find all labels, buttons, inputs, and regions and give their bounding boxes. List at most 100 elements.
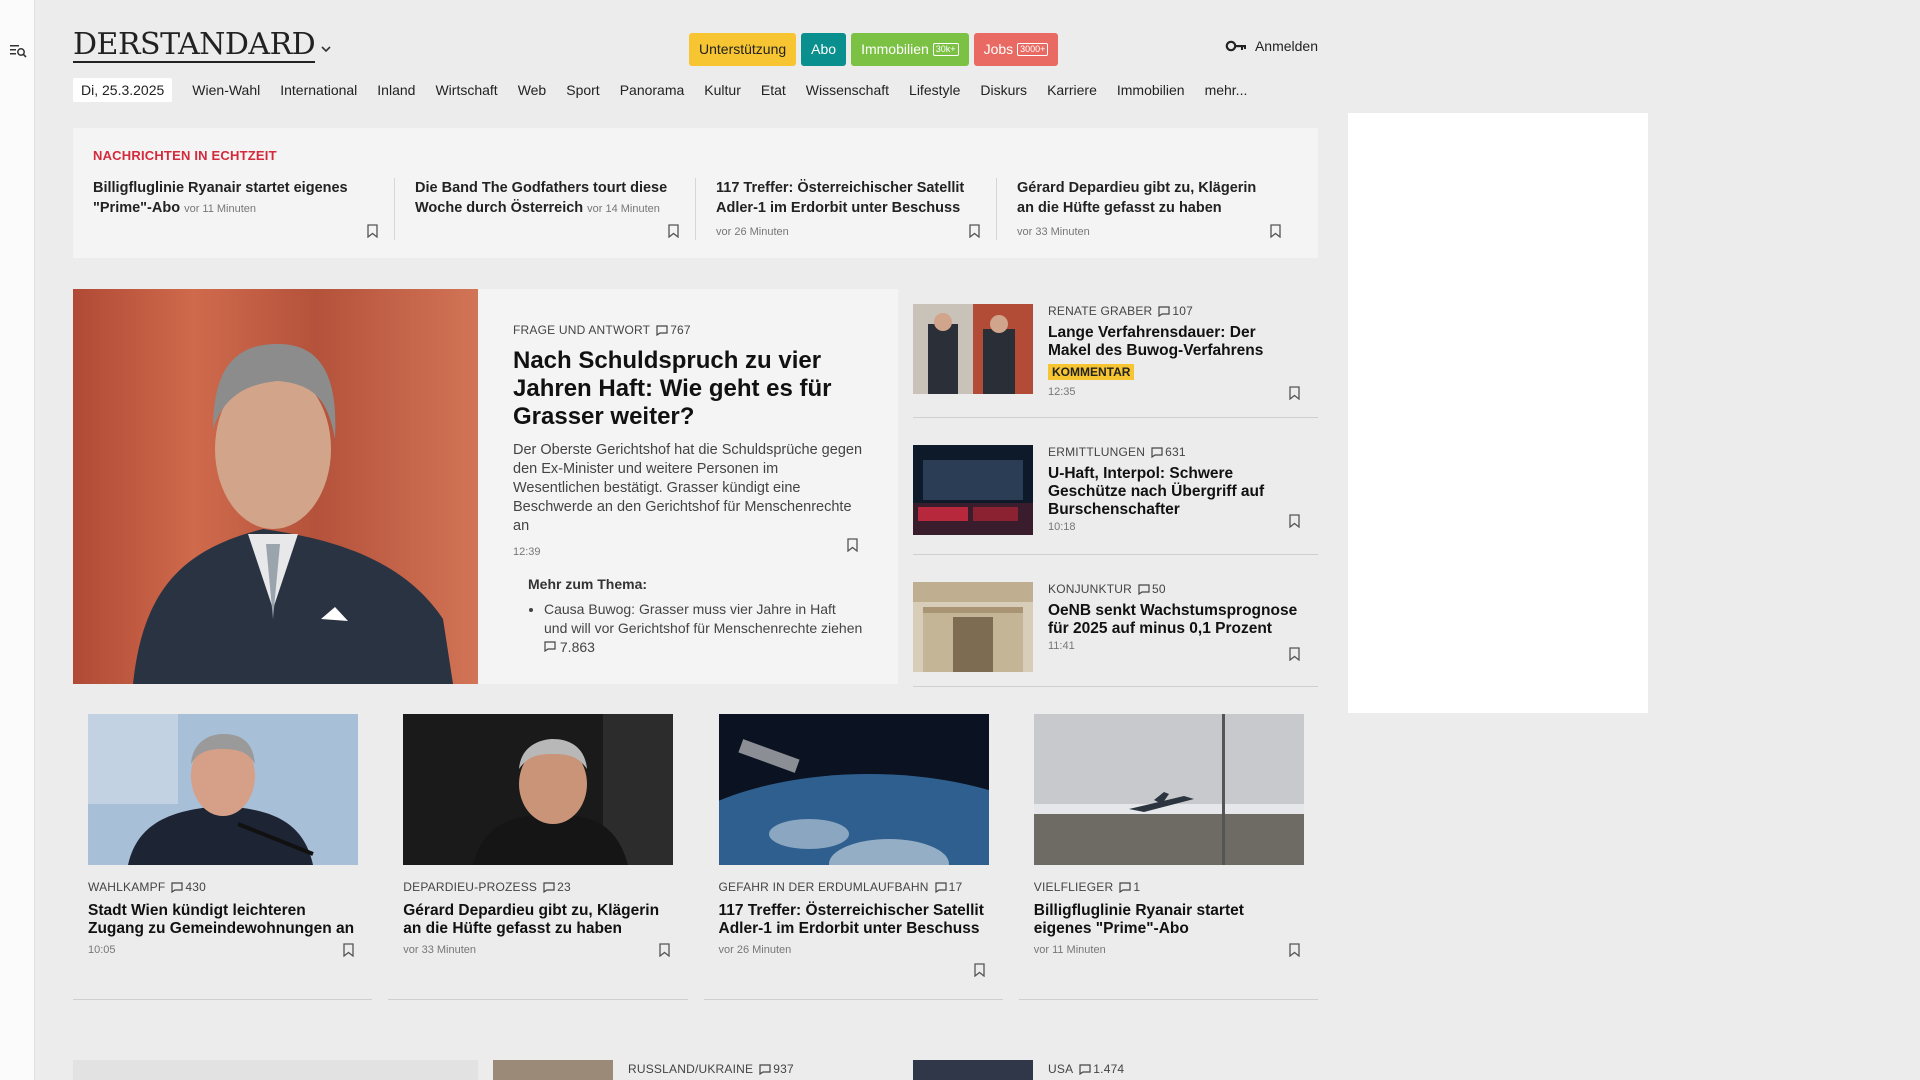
tile-kicker: DEPARDIEU-PROZESS 23 (403, 880, 673, 894)
nav-item-panorama[interactable]: Panorama (610, 82, 695, 98)
bookmark-icon[interactable] (847, 538, 858, 552)
nav-item-sport[interactable]: Sport (556, 82, 609, 98)
live-news-title[interactable]: 117 Treffer: Österreichischer Satellit A… (716, 180, 964, 216)
side-article-thumbnail[interactable] (913, 445, 1033, 535)
live-news-item[interactable]: 117 Treffer: Österreichischer Satellit A… (695, 178, 996, 240)
nav-item-web[interactable]: Web (508, 82, 557, 98)
article-tile-text: VIELFLIEGER 1 Billigfluglinie Ryanair st… (1034, 880, 1304, 956)
side-article-title[interactable]: OeNB senkt Wachstumsprognose für 2025 au… (1048, 602, 1298, 638)
bookmark-icon[interactable] (1270, 224, 1281, 238)
nav-item-etat[interactable]: Etat (751, 82, 796, 98)
side-article[interactable]: ERMITTLUNGEN 631 U-Haft, Interpol: Schwe… (913, 430, 1318, 555)
bottom-article-thumbnail[interactable] (913, 1060, 1033, 1080)
comments-count-value: 631 (1165, 445, 1186, 459)
bottom-article-thumbnail[interactable] (493, 1060, 613, 1080)
article-tile-image[interactable] (718, 714, 989, 865)
nav-item-diskurs[interactable]: Diskurs (970, 82, 1037, 98)
live-news-item[interactable]: Die Band The Godfathers tourt diese Woch… (394, 178, 695, 240)
bookmark-icon[interactable] (658, 943, 670, 957)
lead-article[interactable]: FRAGE UND ANTWORT 767 Nach Schuldspruch … (73, 289, 898, 684)
menu-search-icon[interactable] (9, 42, 27, 60)
abo-label: Abo (811, 41, 837, 57)
article-tile[interactable]: GEFAHR IN DER ERDUMLAUFBAHN 17 117 Treff… (703, 714, 1003, 1000)
bookmark-icon[interactable] (1289, 514, 1300, 528)
lead-article-image[interactable] (73, 289, 478, 684)
comments-count-value: 7.863 (559, 639, 595, 655)
article-tile-title[interactable]: 117 Treffer: Österreichischer Satellit A… (719, 902, 989, 938)
live-news-box: NACHRICHTEN IN ECHTZEIT Billigfluglinie … (73, 128, 1318, 258)
article-tile-title[interactable]: Gérard Depardieu gibt zu, Klägerin an di… (403, 902, 673, 938)
article-tile-title[interactable]: Stadt Wien kündigt leichteren Zugang zu … (88, 902, 358, 938)
comments-count-value: 937 (773, 1062, 794, 1076)
side-article-title[interactable]: U-Haft, Interpol: Schwere Geschütze nach… (1048, 465, 1298, 519)
abo-button[interactable]: Abo (801, 33, 847, 66)
side-article-thumbnail[interactable] (913, 582, 1033, 672)
bookmark-icon[interactable] (969, 224, 980, 238)
jobs-button[interactable]: Jobs 3000+ (973, 33, 1059, 66)
article-tile-image[interactable] (1033, 714, 1304, 865)
article-tile[interactable]: VIELFLIEGER 1 Billigfluglinie Ryanair st… (1018, 714, 1318, 1000)
login-button[interactable]: Anmelden (1225, 38, 1318, 54)
side-article-time: 11:41 (1048, 640, 1075, 652)
bookmark-icon[interactable] (1289, 943, 1300, 957)
comments-count[interactable]: 1.474 (1079, 1062, 1124, 1076)
nav-item-karriere[interactable]: Karriere (1037, 82, 1107, 98)
nav-item-wirtschaft[interactable]: Wirtschaft (425, 82, 507, 98)
jobs-label: Jobs (983, 41, 1014, 57)
comments-count[interactable]: 1 (1119, 880, 1140, 894)
article-tile-image[interactable] (88, 714, 358, 865)
nav-item-international[interactable]: International (270, 82, 367, 98)
comment-icon (171, 881, 183, 893)
comments-count[interactable]: 50 (1138, 582, 1166, 596)
side-article[interactable]: KONJUNKTUR 50 OeNB senkt Wachstumsprogno… (913, 567, 1318, 687)
nav-item-wissenschaft[interactable]: Wissenschaft (796, 82, 899, 98)
bookmark-icon[interactable] (668, 224, 679, 238)
article-tile-title[interactable]: Billigfluglinie Ryanair startet eigenes … (1034, 902, 1304, 938)
logo[interactable]: DERSTANDARD (73, 30, 316, 63)
nav-item-wien-wahl[interactable]: Wien-Wahl (182, 82, 270, 98)
comments-count[interactable]: 937 (759, 1062, 794, 1076)
comments-count[interactable]: 430 (171, 880, 206, 894)
lead-title[interactable]: Nach Schuldspruch zu vier Jahren Haft: W… (513, 347, 863, 431)
bookmark-icon[interactable] (1289, 647, 1300, 661)
bookmark-icon[interactable] (343, 943, 354, 957)
related-articles: Mehr zum Thema: Causa Buwog: Grasser mus… (513, 576, 863, 657)
header-pills: Unterstützung Abo Immobilien 30k+ Jobs 300… (689, 33, 1059, 66)
left-sidebar (0, 0, 35, 1080)
related-article-item[interactable]: Causa Buwog: Grasser muss vier Jahre in … (544, 600, 863, 657)
article-tile-time: vor 11 Minuten (1033, 944, 1106, 956)
article-tile[interactable]: WAHLKAMPF 430 Stadt Wien kündigt leichte… (73, 714, 373, 1000)
side-article-time: 12:35 (1048, 386, 1076, 398)
support-button[interactable]: Unterstützung (689, 33, 797, 66)
related-article-title[interactable]: Causa Buwog: Grasser muss vier Jahre in … (544, 601, 862, 636)
comment-icon (1158, 305, 1171, 317)
nav-item-lifestyle[interactable]: Lifestyle (899, 82, 970, 98)
live-news-title[interactable]: Gérard Depardieu gibt zu, Klägerin an di… (1017, 180, 1256, 216)
bookmark-icon[interactable] (367, 224, 378, 238)
article-tile[interactable]: DEPARDIEU-PROZESS 23 Gérard Depardieu gi… (388, 714, 688, 1000)
nav-item-inland[interactable]: Inland (367, 82, 425, 98)
side-article-title[interactable]: Lange Verfahrensdauer: Der Makel des Buw… (1048, 324, 1298, 360)
comments-count[interactable]: 767 (656, 323, 691, 337)
chevron-down-icon[interactable] (319, 42, 333, 56)
immobilien-button[interactable]: Immobilien 30k+ (851, 33, 969, 66)
nav-item-more[interactable]: mehr... (1195, 82, 1258, 98)
live-news-item[interactable]: Gérard Depardieu gibt zu, Klägerin an di… (996, 178, 1297, 240)
comments-count[interactable]: 23 (543, 880, 571, 894)
comments-count[interactable]: 631 (1151, 445, 1186, 459)
article-tile-image[interactable] (403, 714, 674, 865)
comments-count-value: 107 (1172, 304, 1194, 318)
nav-item-kultur[interactable]: Kultur (694, 82, 751, 98)
nav-item-immobilien[interactable]: Immobilien (1107, 82, 1195, 98)
bookmark-icon[interactable] (1289, 386, 1300, 400)
comments-count[interactable]: 17 (934, 880, 963, 894)
side-article-thumbnail[interactable] (913, 304, 1033, 394)
comments-count[interactable]: 7.863 (544, 639, 595, 655)
comment-icon (656, 324, 668, 336)
live-news-item[interactable]: Billigfluglinie Ryanair startet eigenes … (93, 178, 394, 240)
comments-count[interactable]: 107 (1158, 304, 1193, 318)
bookmark-icon[interactable] (974, 963, 985, 977)
side-article-text: KONJUNKTUR 50 OeNB senkt Wachstumsprogno… (1048, 582, 1298, 652)
side-article[interactable]: RENATE GRABER 107 Lange Verfahrensdauer:… (913, 289, 1318, 418)
bottom-kicker: RUSSLAND/UKRAINE 937 (628, 1062, 794, 1076)
